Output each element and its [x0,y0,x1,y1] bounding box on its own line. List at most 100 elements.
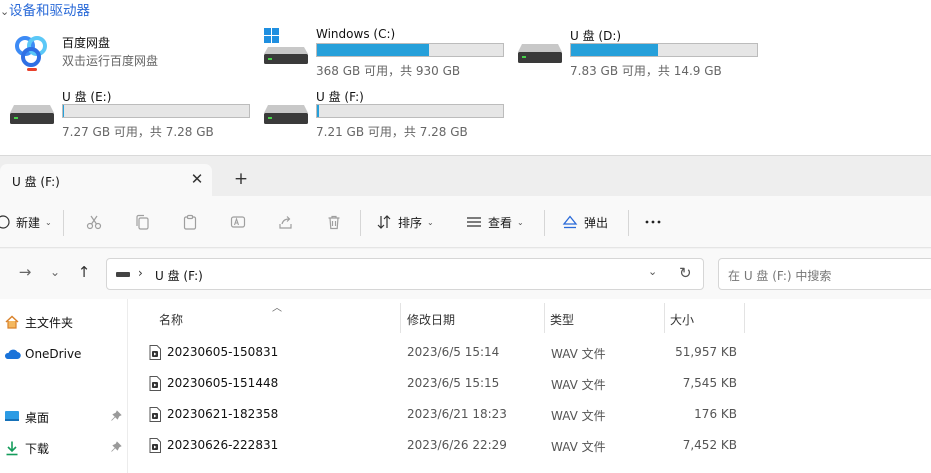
tab-u-drive-f[interactable]: U 盘 (F:) ✕ [0,164,212,196]
copy-icon [136,214,149,230]
drive-info: 7.21 GB 可用，共 7.28 GB [316,125,468,139]
sort-ascending-icon: ︿ [272,303,282,314]
address-dropdown-chevron-icon[interactable]: ⌄ [648,265,657,278]
new-button[interactable]: 新建 ⌄ [0,210,52,234]
recent-locations-chevron-icon[interactable]: ⌄ [45,262,65,282]
column-header-modified[interactable]: 修改日期 [407,311,455,328]
pin-icon[interactable] [110,410,122,422]
file-modified: 2023/6/26 22:29 [407,438,507,452]
nav-item-desktop[interactable]: 桌面 [0,406,128,428]
file-name: 20230621-182358 [167,407,279,421]
new-tab-button[interactable]: + [231,169,251,189]
toolbar-separator [360,210,361,236]
file-type: WAV 文件 [551,409,606,423]
drive-baidu-netdisk[interactable]: 百度网盘 双击运行百度网盘 [8,28,248,78]
drive-name: Windows (C:) [316,27,396,41]
drive-f[interactable]: U 盘 (F:) 7.21 GB 可用，共 7.28 GB [262,88,512,139]
close-icon[interactable]: ✕ [188,170,206,188]
breadcrumb-u-drive-f[interactable]: U 盘 (F:) [155,267,203,284]
drive-e[interactable]: U 盘 (E:) 7.27 GB 可用，共 7.28 GB [8,88,258,139]
table-row[interactable]: 20230626-222831 2023/6/26 22:29 WAV 文件 7,45… [128,431,931,461]
column-divider[interactable] [664,303,665,333]
pin-icon[interactable] [110,441,122,453]
up-arrow-icon[interactable]: ↑ [74,262,94,282]
sort-button[interactable]: 排序 ⌄ [376,210,434,234]
search-input[interactable]: 在 U 盘 (F:) 中搜索 [718,258,931,290]
address-row: → ⌄ ↑ › U 盘 (F:) ⌄ ↻ 在 U 盘 (F:) 中搜索 [0,249,931,299]
drive-info: 7.27 GB 可用，共 7.28 GB [62,125,214,139]
drive-name: U 盘 (E:) [62,90,112,104]
column-divider[interactable] [744,303,745,333]
table-row[interactable]: 20230605-150831 2023/6/5 15:14 WAV 文件 51,95… [128,338,931,368]
scissors-icon [86,215,102,230]
drive-usage-fill [317,105,319,117]
cut-button[interactable] [86,210,102,234]
file-name: 20230605-151448 [167,376,279,390]
drive-usage-bar [62,104,250,118]
column-divider[interactable] [400,303,401,333]
nav-item-downloads[interactable]: 下载 [0,437,128,459]
clipboard-icon [183,214,197,230]
drive-d[interactable]: U 盘 (D:) 7.83 GB 可用，共 14.9 GB [516,27,766,78]
table-row[interactable]: 20230605-151448 2023/6/5 15:15 WAV 文件 7,545… [128,369,931,399]
drive-usage-bar [570,43,758,57]
drive-name: U 盘 (D:) [570,29,622,43]
share-button[interactable] [278,210,294,234]
command-bar: 新建 ⌄ 排序 ⌄ 查看 ⌄ 弹出 [0,196,931,248]
more-icon [645,220,661,224]
desktop-icon [5,411,19,421]
column-header-size[interactable]: 大小 [670,311,694,328]
eject-icon [562,215,578,229]
sort-icon [377,215,391,229]
rename-icon [230,216,246,228]
wav-file-icon [149,376,161,391]
more-options-button[interactable] [644,210,662,234]
section-title[interactable]: ⌄设备和驱动器 [0,0,90,19]
file-type: WAV 文件 [551,378,606,392]
view-button[interactable]: 查看 ⌄ [466,210,524,234]
drive-info: 368 GB 可用，共 930 GB [316,64,461,78]
home-icon [5,315,19,329]
rename-button[interactable] [230,210,246,234]
chevron-down-icon: ⌄ [427,217,434,227]
explorer-window: U 盘 (F:) ✕ + 新建 ⌄ 排序 ⌄ 查看 ⌄ 弹出 → ⌄ ↑ › U… [0,155,931,473]
chevron-down-icon: ⌄ [45,217,52,227]
toolbar-separator [628,210,629,236]
column-header-name[interactable]: 名称 [159,311,183,328]
refresh-icon[interactable]: ↻ [679,264,692,282]
table-row[interactable]: 20230621-182358 2023/6/21 18:23 WAV 文件 176 … [128,400,931,430]
trash-icon [328,215,340,230]
cloud-icon [4,349,21,360]
toolbar-separator [544,210,545,236]
drive-c[interactable]: Windows (C:) 368 GB 可用，共 930 GB [262,27,512,78]
paste-button[interactable] [182,210,198,234]
file-modified: 2023/6/21 18:23 [407,407,507,421]
eject-button[interactable]: 弹出 [562,210,608,234]
search-placeholder: 在 U 盘 (F:) 中搜索 [728,269,832,283]
nav-item-onedrive[interactable]: OneDrive [0,343,128,365]
drive-info: 7.83 GB 可用，共 14.9 GB [570,64,722,78]
drive-usage-fill [571,44,659,56]
drive-info: 双击运行百度网盘 [62,54,159,68]
address-bar[interactable]: › U 盘 (F:) ⌄ ↻ [106,258,704,290]
nav-item-home[interactable]: 主文件夹 [0,311,128,333]
drive-small-icon [116,272,130,277]
file-size: 51,957 KB [675,345,737,359]
column-divider[interactable] [544,303,545,333]
navigation-pane: 主文件夹 OneDrive 桌面 下载 [0,299,128,473]
wav-file-icon [149,345,161,360]
view-list-icon [467,217,481,227]
chevron-right-icon: › [138,266,143,280]
windows-drive-icon [264,28,308,64]
tab-title: U 盘 (F:) [12,175,60,189]
content-area: 主文件夹 OneDrive 桌面 下载 ︿ 名称 修改日期 类型 大小 2023… [0,299,931,473]
column-header-type[interactable]: 类型 [550,311,574,328]
wav-file-icon [149,407,161,422]
drive-icon [264,105,308,124]
delete-button[interactable] [326,210,342,234]
file-type: WAV 文件 [551,440,606,454]
forward-arrow-icon[interactable]: → [15,262,35,282]
toolbar-separator [63,210,64,236]
copy-button[interactable] [134,210,150,234]
file-name: 20230605-150831 [167,345,279,359]
